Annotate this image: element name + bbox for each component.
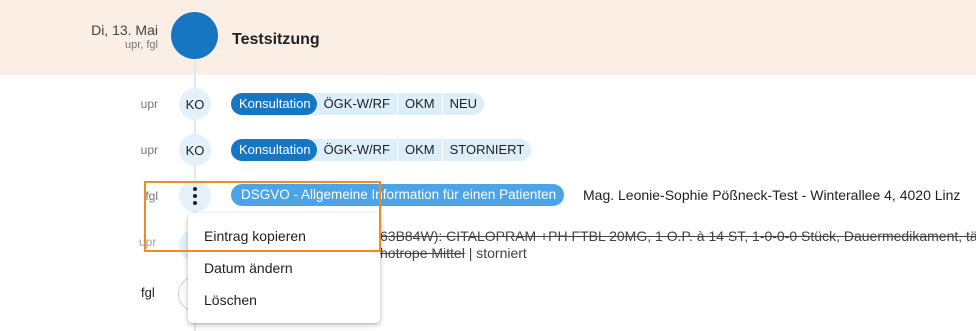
session-date: Di, 13. Mai — [91, 22, 158, 38]
session-users: upr, fgl — [124, 39, 158, 51]
session-dot[interactable] — [171, 12, 218, 59]
tag-chip: OKM — [397, 139, 442, 161]
tag-chip: NEU — [441, 93, 484, 115]
menu-item-change-date[interactable]: Datum ändern — [204, 260, 293, 276]
menu-item-delete[interactable]: Löschen — [204, 292, 257, 308]
tag-chip: ÖGK-W/RF — [323, 142, 390, 157]
session-title[interactable]: Testsitzung — [232, 31, 320, 49]
prescription-status-text: | storniert — [464, 245, 527, 261]
avatar[interactable]: KO — [179, 134, 211, 166]
tag-chip: ÖGK-W/RF — [323, 96, 390, 111]
row-user: upr — [140, 97, 158, 111]
entry-chip-group[interactable]: Konsultation ÖGK-W/RF OKM STORNIERT — [231, 139, 532, 161]
entry-type-chip[interactable]: Konsultation — [231, 93, 317, 115]
avatar[interactable]: KO — [179, 88, 211, 120]
row-user: upr — [140, 143, 158, 157]
entry-chip-group[interactable]: Konsultation ÖGK-W/RF OKM NEU — [231, 93, 485, 115]
row-user: fgl — [141, 285, 155, 300]
prescription-category: hotrope Mittel — [380, 245, 465, 261]
session-date-block: Di, 13. Mai upr, fgl — [91, 22, 158, 52]
prescription-status: hotrope Mittel | storniert — [380, 245, 527, 261]
entry-type-chip[interactable]: Konsultation — [231, 139, 317, 161]
tag-chip: OKM — [397, 93, 442, 115]
highlight-box — [144, 181, 381, 252]
tag-chip: STORNIERT — [441, 139, 532, 161]
prescription-text: 63B84W): CITALOPRAM +PH FTBL 20MG, 1 O.P… — [380, 228, 976, 244]
patient-address: Mag. Leonie-Sophie Pößneck-Test - Winter… — [583, 187, 961, 203]
